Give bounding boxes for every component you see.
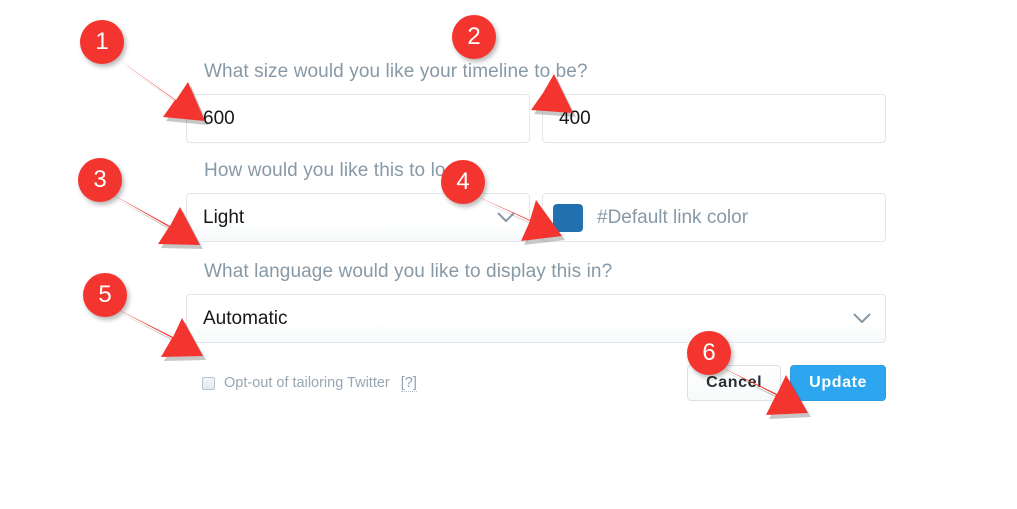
annotation-badge-3: 3 — [78, 158, 122, 202]
width-input-value: 600 — [203, 107, 235, 129]
optout-checkbox[interactable] — [202, 376, 215, 390]
look-question-label: How would you like this to look? — [204, 160, 477, 181]
form-footer: Opt-out of tailoring Twitter [?] Cancel … — [186, 365, 886, 401]
help-link[interactable]: [?] — [400, 375, 417, 392]
annotation-badge-2: 2 — [452, 15, 496, 59]
theme-select-value: Light — [203, 206, 245, 228]
height-input-value: 400 — [559, 107, 591, 129]
chevron-down-icon — [497, 212, 515, 223]
chevron-down-icon — [853, 313, 871, 324]
embed-settings-form: What size would you like your timeline t… — [186, 60, 886, 401]
link-color-placeholder: #Default link color — [597, 206, 749, 228]
footer-buttons: Cancel Update — [687, 365, 886, 401]
language-select-value: Automatic — [203, 307, 288, 329]
annotation-badge-5: 5 — [83, 273, 127, 317]
language-select[interactable]: Automatic — [186, 294, 886, 343]
width-input[interactable]: 600 — [186, 94, 530, 143]
link-color-input[interactable]: #Default link color — [542, 193, 886, 242]
color-swatch[interactable] — [553, 203, 583, 232]
appearance-row: Light #Default link color — [186, 193, 886, 242]
height-input[interactable]: 400 — [542, 94, 886, 143]
size-fields-row: 600 400 — [186, 94, 886, 143]
language-question-label: What language would you like to display … — [204, 261, 613, 282]
cancel-button[interactable]: Cancel — [687, 365, 782, 401]
annotation-badge-1: 1 — [80, 20, 124, 64]
optout-group[interactable]: Opt-out of tailoring Twitter [?] — [202, 375, 417, 392]
optout-label: Opt-out of tailoring Twitter — [224, 375, 390, 391]
update-button[interactable]: Update — [790, 365, 886, 401]
size-question-label: What size would you like your timeline t… — [204, 61, 588, 82]
theme-select[interactable]: Light — [186, 193, 530, 242]
